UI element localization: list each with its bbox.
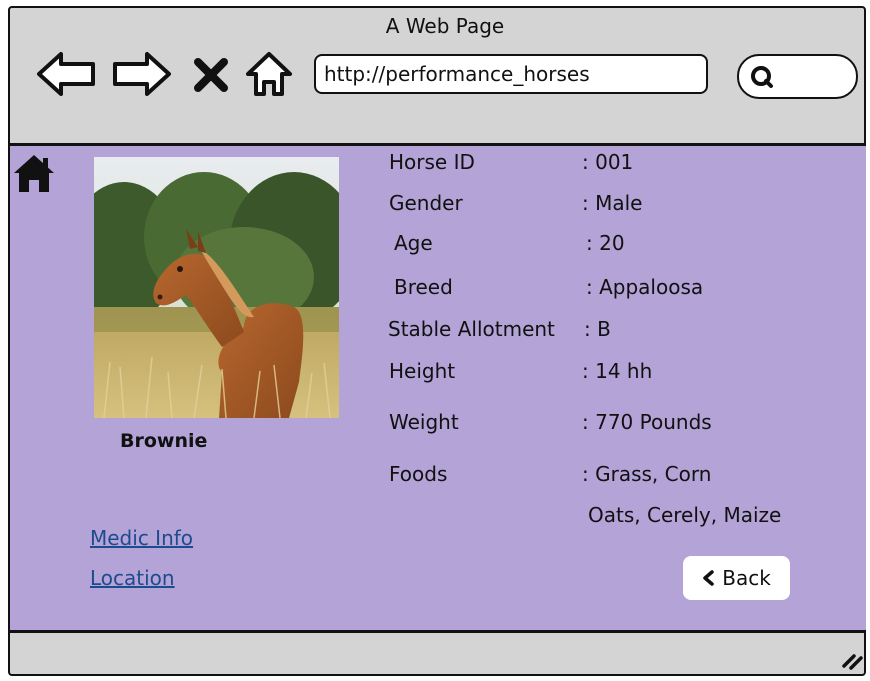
stop-icon[interactable]	[194, 58, 228, 92]
age-label: Age	[394, 231, 433, 255]
foods-value: : Grass, Corn	[582, 462, 712, 486]
browser-mockup: A Web Page http://performance_horses Bro…	[0, 0, 870, 681]
gender-label: Gender	[389, 191, 463, 215]
gender-value: : Male	[582, 191, 643, 215]
home-icon[interactable]	[244, 50, 294, 98]
window-title: A Web Page	[385, 14, 505, 38]
forward-arrow-icon[interactable]	[111, 50, 173, 98]
address-bar[interactable]: http://performance_horses	[314, 54, 708, 94]
back-button[interactable]: Back	[683, 556, 790, 600]
back-button-label: Back	[722, 566, 771, 590]
horse-id-label: Horse ID	[389, 150, 475, 174]
location-link[interactable]: Location	[90, 566, 175, 590]
resize-grip-icon[interactable]	[840, 646, 864, 670]
foods-label: Foods	[389, 462, 448, 486]
chevron-left-icon	[703, 570, 714, 586]
height-value: : 14 hh	[582, 359, 653, 383]
medic-info-link[interactable]: Medic Info	[90, 526, 193, 550]
search-field[interactable]	[737, 54, 858, 99]
horse-id-value: : 001	[582, 150, 634, 174]
stable-allotment-value: : B	[584, 317, 611, 341]
age-value: : 20	[586, 231, 625, 255]
weight-label: Weight	[389, 410, 459, 434]
home-icon[interactable]	[12, 152, 56, 196]
breed-value: : Appaloosa	[586, 275, 704, 299]
horse-photo	[94, 157, 339, 418]
weight-value: : 770 Pounds	[582, 410, 712, 434]
horse-name: Brownie	[120, 430, 208, 452]
status-bar	[10, 633, 866, 674]
foods-value-continued: Oats, Cerely, Maize	[588, 503, 782, 527]
back-arrow-icon[interactable]	[35, 50, 97, 98]
stable-allotment-label: Stable Allotment	[388, 317, 555, 341]
height-label: Height	[389, 359, 456, 383]
breed-label: Breed	[394, 275, 453, 299]
search-icon	[751, 66, 773, 88]
